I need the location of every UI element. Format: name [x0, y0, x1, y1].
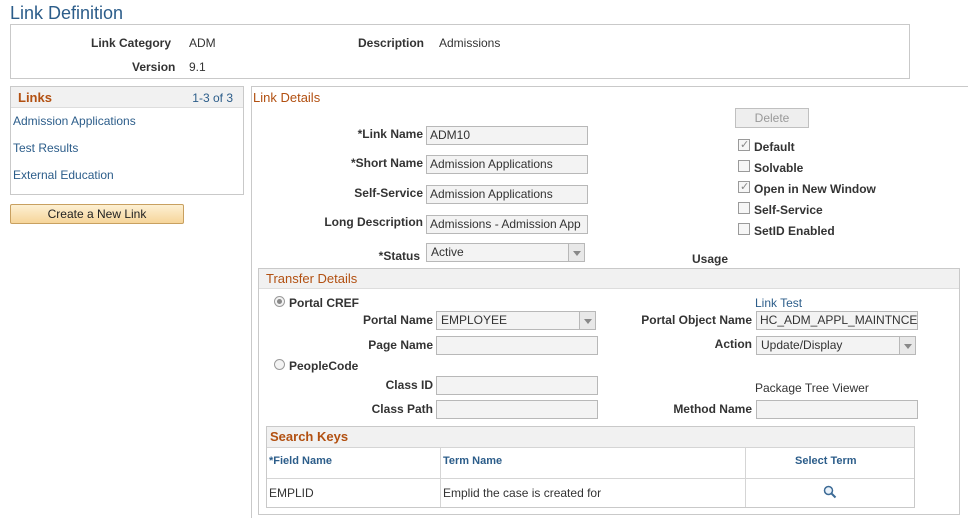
chevron-down-icon [568, 244, 584, 261]
page-title: Link Definition [10, 3, 124, 23]
delete-button[interactable]: Delete [735, 108, 809, 128]
portal-cref-label: Portal CREF [289, 296, 360, 310]
link-item-admission-applications[interactable]: Admission Applications [13, 114, 136, 128]
portal-name-label: Portal Name [362, 313, 433, 327]
peoplecode-label: PeopleCode [289, 359, 359, 373]
chevron-down-icon [899, 337, 915, 354]
portal-object-name-label: Portal Object Name [641, 313, 752, 327]
column-header-select-term: Select Term [795, 455, 857, 467]
search-icon[interactable] [823, 485, 837, 499]
links-panel-header: Links 1-3 of 3 [11, 87, 243, 108]
link-test-link[interactable]: Link Test [755, 296, 802, 310]
create-new-link-button[interactable]: Create a New Link [10, 204, 184, 224]
search-keys-title: Search Keys [270, 429, 349, 444]
status-select[interactable]: Active [426, 243, 585, 262]
link-category-label: Link Category [91, 36, 172, 50]
self-service-checkbox-label: Self-Service [754, 203, 823, 217]
solvable-checkbox[interactable] [738, 160, 750, 172]
status-select-value: Active [431, 245, 464, 259]
action-select[interactable]: Update/Display [756, 336, 916, 355]
usage-label: Usage [692, 252, 729, 266]
grid-header-divider [267, 447, 914, 448]
column-header-term-name[interactable]: Term Name [443, 455, 502, 467]
transfer-details-header [259, 269, 959, 289]
term-name-cell: Emplid the case is created for [443, 486, 602, 500]
portal-name-select-value: EMPLOYEE [441, 313, 508, 327]
link-item-test-results[interactable]: Test Results [13, 141, 78, 155]
grid-column-divider [745, 447, 746, 507]
class-path-field[interactable] [436, 400, 598, 419]
version-label: Version [132, 60, 176, 74]
default-checkbox[interactable] [738, 138, 750, 151]
class-path-label: Class Path [371, 402, 433, 416]
version-value: 9.1 [189, 60, 206, 74]
links-count: 1-3 of 3 [192, 91, 233, 105]
method-name-field[interactable] [756, 400, 918, 419]
long-description-field[interactable]: Admissions - Admission App [426, 215, 588, 234]
search-icon-graphic [823, 485, 837, 499]
short-name-label: *Short Name [350, 156, 423, 170]
column-header-field-name[interactable]: *Field Name [269, 455, 332, 467]
class-id-label: Class ID [385, 378, 433, 392]
search-keys-header [267, 427, 914, 447]
solvable-checkbox-label: Solvable [754, 161, 804, 175]
link-item-external-education[interactable]: External Education [13, 168, 114, 182]
link-category-value: ADM [189, 36, 216, 50]
description-label: Description [358, 36, 425, 50]
class-id-field[interactable] [436, 376, 598, 395]
method-name-label: Method Name [673, 402, 752, 416]
portal-cref-radio[interactable] [274, 296, 285, 307]
open-in-new-window-checkbox[interactable] [738, 180, 750, 193]
self-service-field[interactable]: Admission Applications [426, 185, 588, 204]
grid-column-divider [440, 447, 441, 507]
setid-enabled-checkbox[interactable] [738, 223, 750, 235]
field-name-cell: EMPLID [269, 486, 314, 500]
link-details-title: Link Details [253, 90, 321, 105]
self-service-checkbox[interactable] [738, 202, 750, 214]
setid-enabled-checkbox-label: SetID Enabled [754, 224, 835, 238]
open-in-new-window-checkbox-label: Open in New Window [754, 182, 876, 196]
portal-object-name-field[interactable]: HC_ADM_APPL_MAINTNCE_ [756, 311, 918, 330]
short-name-field[interactable]: Admission Applications [426, 155, 588, 174]
grid-row-divider [267, 478, 914, 479]
status-label: *Status [378, 249, 420, 263]
transfer-details-title: Transfer Details [266, 271, 358, 286]
page-name-field[interactable] [436, 336, 598, 355]
peoplecode-radio[interactable] [274, 359, 285, 370]
package-tree-viewer-text: Package Tree Viewer [755, 381, 869, 395]
self-service-label: Self-Service [354, 186, 423, 200]
default-checkbox-label: Default [754, 140, 795, 154]
links-title: Links [18, 90, 52, 105]
portal-name-select[interactable]: EMPLOYEE [436, 311, 596, 330]
long-description-label: Long Description [324, 215, 423, 229]
action-select-value: Update/Display [761, 338, 843, 352]
link-name-field[interactable]: ADM10 [426, 126, 588, 145]
page-name-label: Page Name [368, 338, 433, 352]
link-name-label: *Link Name [357, 127, 423, 141]
description-value: Admissions [439, 36, 501, 50]
action-label: Action [714, 337, 752, 351]
chevron-down-icon [579, 312, 595, 329]
